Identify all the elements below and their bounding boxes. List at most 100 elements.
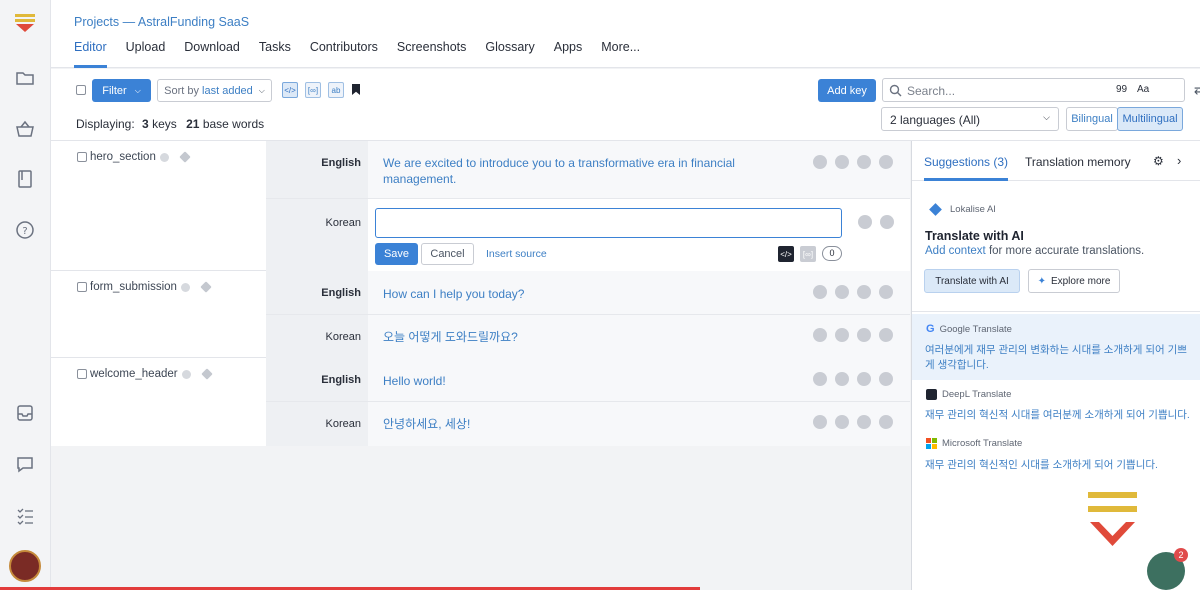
tab-editor[interactable]: Editor (74, 40, 107, 63)
swap-icon[interactable]: ⇄ (1194, 82, 1200, 98)
language-label: Korean (266, 402, 368, 446)
tab-download[interactable]: Download (184, 40, 240, 63)
book-icon[interactable] (14, 168, 36, 190)
translation-text[interactable]: 오늘 어떻게 도와드릴까요? (383, 329, 518, 345)
tab-glossary[interactable]: Glossary (485, 40, 534, 63)
chat-icon[interactable] (14, 453, 36, 475)
key-name[interactable]: hero_section (90, 151, 191, 163)
history-icon[interactable] (879, 285, 893, 299)
translation-row-english: English Hello world! (266, 358, 910, 402)
comment-icon[interactable] (858, 215, 872, 229)
key-row: welcome_header English Hello world! Kore… (51, 358, 910, 446)
code-icon[interactable]: </> (778, 246, 794, 262)
translate-with-ai-button[interactable]: Translate with AI (924, 269, 1020, 293)
comment-icon[interactable] (813, 415, 827, 429)
link-icon[interactable] (835, 415, 849, 429)
gear-icon[interactable]: ⚙ (1153, 154, 1164, 168)
explore-more-button[interactable]: ✦ Explore more (1028, 269, 1120, 293)
tab-apps[interactable]: Apps (554, 40, 583, 63)
folder-icon[interactable] (14, 67, 36, 89)
key-name[interactable]: form_submission (90, 281, 212, 293)
key-checkbox[interactable] (77, 152, 87, 162)
mt-provider: G Google Translate (926, 323, 1012, 335)
key-row: hero_section English We are excited to i… (51, 141, 910, 271)
cancel-button[interactable]: Cancel (421, 243, 474, 265)
keys-count: 3 (142, 117, 149, 131)
key-checkbox[interactable] (77, 282, 87, 292)
tab-screenshots[interactable]: Screenshots (397, 40, 466, 63)
tag-icon[interactable] (200, 281, 212, 293)
placeholder-icon[interactable]: [∞] (800, 246, 816, 262)
translation-editor[interactable] (375, 208, 842, 238)
tab-more[interactable]: More... (601, 40, 640, 63)
help-icon[interactable]: ? (14, 219, 36, 241)
menu-icon[interactable] (857, 328, 871, 342)
tag-icon[interactable] (179, 151, 191, 163)
mt-suggestion[interactable]: Microsoft Translate 재무 관리의 혁신적인 시대를 소개하게… (912, 430, 1200, 470)
comment-icon[interactable] (813, 285, 827, 299)
key-name-text: form_submission (90, 281, 177, 293)
checklist-icon[interactable] (14, 504, 36, 526)
multilingual-toggle[interactable]: Multilingual (1117, 107, 1183, 131)
menu-icon[interactable] (857, 285, 871, 299)
basket-icon[interactable] (14, 118, 36, 140)
breadcrumb[interactable]: Projects — AstralFunding SaaS (74, 15, 249, 29)
chevron-right-icon[interactable]: › (1177, 153, 1181, 168)
spelling-view-icon[interactable]: ab (328, 82, 344, 98)
select-all-checkbox[interactable] (76, 85, 86, 95)
code-view-icon[interactable]: </> (282, 82, 298, 98)
base-words-label: base words (202, 117, 265, 131)
tab-tasks[interactable]: Tasks (259, 40, 291, 63)
languages-select[interactable]: 2 languages (All) ⌵ (881, 107, 1059, 131)
history-icon[interactable] (879, 328, 893, 342)
history-icon[interactable] (880, 215, 894, 229)
mt-suggestion[interactable]: G Google Translate 여러분에게 재무 관리의 변화하는 시대를… (912, 314, 1200, 380)
translation-text[interactable]: We are excited to introduce you to a tra… (383, 155, 753, 187)
tab-translation-memory[interactable]: Translation memory (1025, 155, 1131, 169)
placeholder-view-icon[interactable]: [∞] (305, 82, 321, 98)
match-case-toggle[interactable]: Aa (1137, 84, 1149, 95)
comment-icon[interactable] (813, 372, 827, 386)
tab-upload[interactable]: Upload (126, 40, 166, 63)
translation-text[interactable]: How can I help you today? (383, 286, 524, 302)
history-icon[interactable] (879, 415, 893, 429)
link-icon[interactable] (835, 285, 849, 299)
insert-source-link[interactable]: Insert source (486, 248, 547, 260)
tag-icon[interactable] (200, 368, 213, 380)
link-icon[interactable] (835, 372, 849, 386)
comment-icon[interactable] (813, 328, 827, 342)
nav-tabs: Editor Upload Download Tasks Contributor… (74, 40, 659, 63)
avatar[interactable] (9, 550, 41, 582)
support-chat-button[interactable]: 2 (1147, 548, 1188, 590)
history-icon[interactable] (879, 372, 893, 386)
key-name[interactable]: welcome_header (90, 368, 213, 380)
comment-icon[interactable] (813, 155, 827, 169)
search-input[interactable]: Search... 99 Aa (882, 78, 1185, 102)
save-button[interactable]: Save (375, 243, 418, 265)
bookmark-icon[interactable] (352, 84, 360, 95)
tab-contributors[interactable]: Contributors (310, 40, 378, 63)
add-context-rest: for more accurate translations. (988, 245, 1145, 257)
link-icon[interactable] (835, 155, 849, 169)
add-context-link[interactable]: Add context (925, 245, 986, 257)
lokalise-logo-icon[interactable] (14, 12, 36, 34)
toolbar: Filter ⌵ Sort by last added ⌵ </> [∞] ab… (51, 69, 1200, 141)
menu-icon[interactable] (857, 415, 871, 429)
key-checkbox[interactable] (77, 369, 87, 379)
key-cell: form_submission (51, 271, 266, 357)
menu-icon[interactable] (857, 155, 871, 169)
bilingual-toggle[interactable]: Bilingual (1066, 107, 1118, 131)
mt-suggestion[interactable]: DeepL Translate 재무 관리의 혁신적 시대를 여러분께 소개하게… (912, 380, 1200, 430)
link-icon[interactable] (835, 328, 849, 342)
add-key-button[interactable]: Add key (818, 79, 876, 102)
history-icon[interactable] (879, 155, 893, 169)
explore-more-label: Explore more (1050, 275, 1111, 287)
translation-text[interactable]: 안녕하세요, 세상! (383, 416, 470, 432)
tab-suggestions[interactable]: Suggestions (3) (924, 155, 1008, 169)
menu-icon[interactable] (857, 372, 871, 386)
inbox-icon[interactable] (14, 402, 36, 424)
filter-button[interactable]: Filter ⌵ (92, 79, 151, 102)
translation-text[interactable]: Hello world! (383, 373, 446, 389)
keys-label: keys (152, 117, 177, 131)
sort-dropdown[interactable]: Sort by last added ⌵ (157, 79, 272, 102)
